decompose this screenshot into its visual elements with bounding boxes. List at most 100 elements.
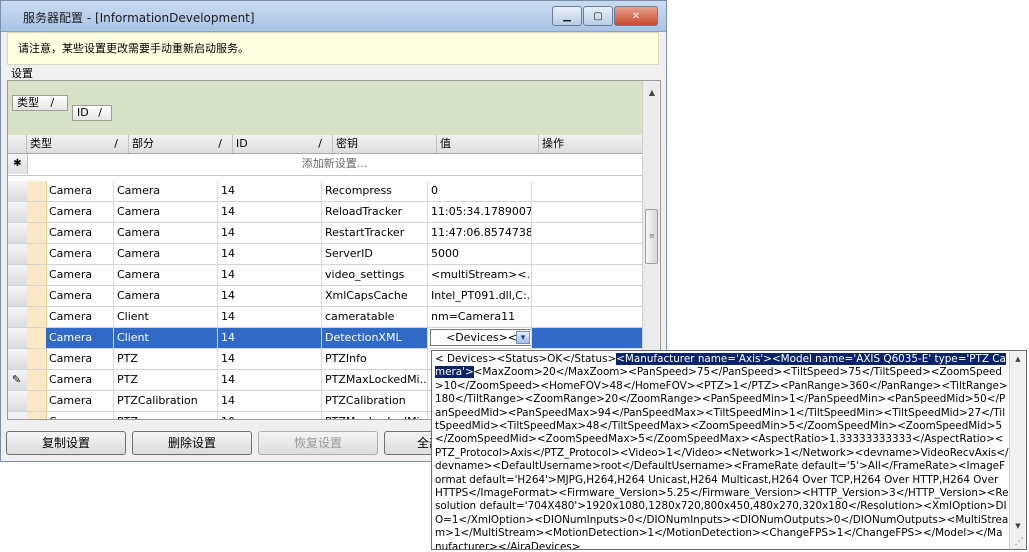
cell-id[interactable]: 14 [218, 286, 322, 306]
cell-id[interactable]: 10 [218, 412, 322, 419]
row-selector[interactable] [8, 349, 28, 369]
cell-value-editor[interactable]: <Devices>< ▾ [428, 328, 532, 348]
scroll-thumb[interactable]: ≡ [645, 209, 658, 264]
column-header-type[interactable]: 类型 / [27, 135, 129, 153]
cell-id[interactable]: 14 [218, 391, 322, 411]
cell-section[interactable]: PTZCalibration [114, 391, 218, 411]
cell-key[interactable]: PTZCalibration [322, 391, 428, 411]
cell-type[interactable]: Camera [46, 412, 114, 419]
cell-id[interactable]: 14 [218, 328, 322, 348]
close-button[interactable]: ✕ [614, 6, 658, 26]
title-bar[interactable]: 服务器配置 - [InformationDevelopment] ▁ ▢ ✕ [1, 1, 666, 32]
cell-key[interactable]: ReloadTracker [322, 202, 428, 222]
cell-id[interactable]: 14 [218, 202, 322, 222]
minimize-button[interactable]: ▁ [552, 6, 582, 26]
delete-setting-button[interactable]: 删除设置 [132, 431, 252, 455]
cell-type[interactable]: Camera [46, 328, 114, 348]
cell-id[interactable]: 14 [218, 307, 322, 327]
cell-value[interactable]: Intel_PT091.dll,C:... [428, 286, 532, 306]
copy-setting-button[interactable]: 复制设置 [6, 431, 126, 455]
cell-action[interactable] [532, 244, 642, 264]
cell-section[interactable]: PTZ [114, 412, 218, 419]
cell-action[interactable] [532, 202, 642, 222]
cell-key[interactable]: cameratable [322, 307, 428, 327]
cell-section[interactable]: PTZ [114, 370, 218, 390]
row-selector[interactable]: ✎ [8, 370, 28, 390]
row-selector[interactable] [8, 223, 28, 243]
cell-value[interactable]: 11:05:34.1789007 [428, 202, 532, 222]
cell-key[interactable]: PTZMaxLockedMi... [322, 412, 428, 419]
column-header-id[interactable]: ID / [233, 135, 333, 153]
cell-key[interactable]: DetectionXML [322, 328, 428, 348]
value-popup-editor[interactable]: < Devices><Status>OK</Status><Manufactur… [431, 350, 1027, 550]
restore-setting-button[interactable]: 恢复设置 [258, 431, 378, 455]
cell-key[interactable]: PTZInfo [322, 349, 428, 369]
row-selector[interactable] [8, 265, 28, 285]
cell-id[interactable]: 14 [218, 181, 322, 201]
table-row[interactable]: Camera Camera 14 video_settings <multiSt… [8, 265, 642, 286]
table-row[interactable]: Camera Camera 14 Recompress 0 [8, 181, 642, 202]
dropdown-button[interactable]: ▾ [516, 331, 530, 344]
cell-section[interactable]: Client [114, 307, 218, 327]
cell-type[interactable]: Camera [46, 181, 114, 201]
cell-type[interactable]: Camera [46, 265, 114, 285]
cell-section[interactable]: Client [114, 328, 218, 348]
cell-action[interactable] [532, 181, 642, 201]
cell-id[interactable]: 14 [218, 223, 322, 243]
cell-id[interactable]: 14 [218, 349, 322, 369]
xml-value-text[interactable]: < Devices><Status>OK</Status><Manufactur… [435, 353, 1009, 549]
cell-value[interactable]: 5000 [428, 244, 532, 264]
cell-action[interactable] [532, 223, 642, 243]
cell-type[interactable]: Camera [46, 223, 114, 243]
row-selector[interactable] [8, 307, 28, 327]
table-row[interactable]: Camera Camera 14 ServerID 5000 [8, 244, 642, 265]
column-header-section[interactable]: 部分 / [129, 135, 233, 153]
row-selector[interactable] [8, 244, 28, 264]
resize-grip-icon[interactable]: ⋰ [1013, 536, 1025, 548]
cell-section[interactable]: Camera [114, 202, 218, 222]
cell-type[interactable]: Camera [46, 244, 114, 264]
value-edit-box[interactable]: <Devices>< ▾ [430, 329, 531, 346]
cell-action[interactable] [532, 286, 642, 306]
table-row[interactable]: Camera Camera 14 XmlCapsCache Intel_PT09… [8, 286, 642, 307]
table-row[interactable]: Camera Camera 14 RestartTracker 11:47:06… [8, 223, 642, 244]
cell-value[interactable]: 11:47:06.8574738 [428, 223, 532, 243]
row-selector[interactable] [8, 391, 28, 411]
group-button-id[interactable]: ID / [72, 105, 112, 121]
cell-type[interactable]: Camera [46, 349, 114, 369]
column-header-key[interactable]: 密钥 [333, 135, 437, 153]
cell-section[interactable]: Camera [114, 223, 218, 243]
add-new-setting-row[interactable]: ✱ 添加新设置... [8, 154, 642, 176]
cell-key[interactable]: ServerID [322, 244, 428, 264]
cell-section[interactable]: PTZ [114, 349, 218, 369]
cell-section[interactable]: Camera [114, 181, 218, 201]
maximize-button[interactable]: ▢ [583, 6, 613, 26]
row-selector[interactable] [8, 328, 28, 348]
row-selector[interactable] [8, 202, 28, 222]
cell-type[interactable]: Camera [46, 202, 114, 222]
cell-id[interactable]: 14 [218, 265, 322, 285]
cell-type[interactable]: Camera [46, 286, 114, 306]
cell-id[interactable]: 14 [218, 370, 322, 390]
cell-action[interactable] [532, 307, 642, 327]
cell-section[interactable]: Camera [114, 286, 218, 306]
row-selector[interactable] [8, 412, 28, 419]
column-header-value[interactable]: 值 [437, 135, 539, 153]
scroll-down-arrow-icon[interactable]: ▼ [1010, 519, 1026, 533]
cell-value[interactable]: <multiStream><... [428, 265, 532, 285]
table-row[interactable]: Camera Client 14 cameratable nm=Camera11 [8, 307, 642, 328]
cell-action[interactable] [532, 328, 642, 348]
cell-key[interactable]: XmlCapsCache [322, 286, 428, 306]
cell-section[interactable]: Camera [114, 244, 218, 264]
cell-type[interactable]: Camera [46, 391, 114, 411]
cell-action[interactable] [532, 265, 642, 285]
scroll-up-arrow-icon[interactable]: ▲ [643, 84, 660, 101]
cell-type[interactable]: Camera [46, 370, 114, 390]
cell-value[interactable]: 0 [428, 181, 532, 201]
cell-key[interactable]: RestartTracker [322, 223, 428, 243]
cell-key[interactable]: video_settings [322, 265, 428, 285]
cell-type[interactable]: Camera [46, 307, 114, 327]
row-selector[interactable] [8, 286, 28, 306]
column-header-action[interactable]: 操作 [539, 135, 642, 153]
table-row-selected[interactable]: Camera Client 14 DetectionXML <Devices><… [8, 328, 642, 349]
